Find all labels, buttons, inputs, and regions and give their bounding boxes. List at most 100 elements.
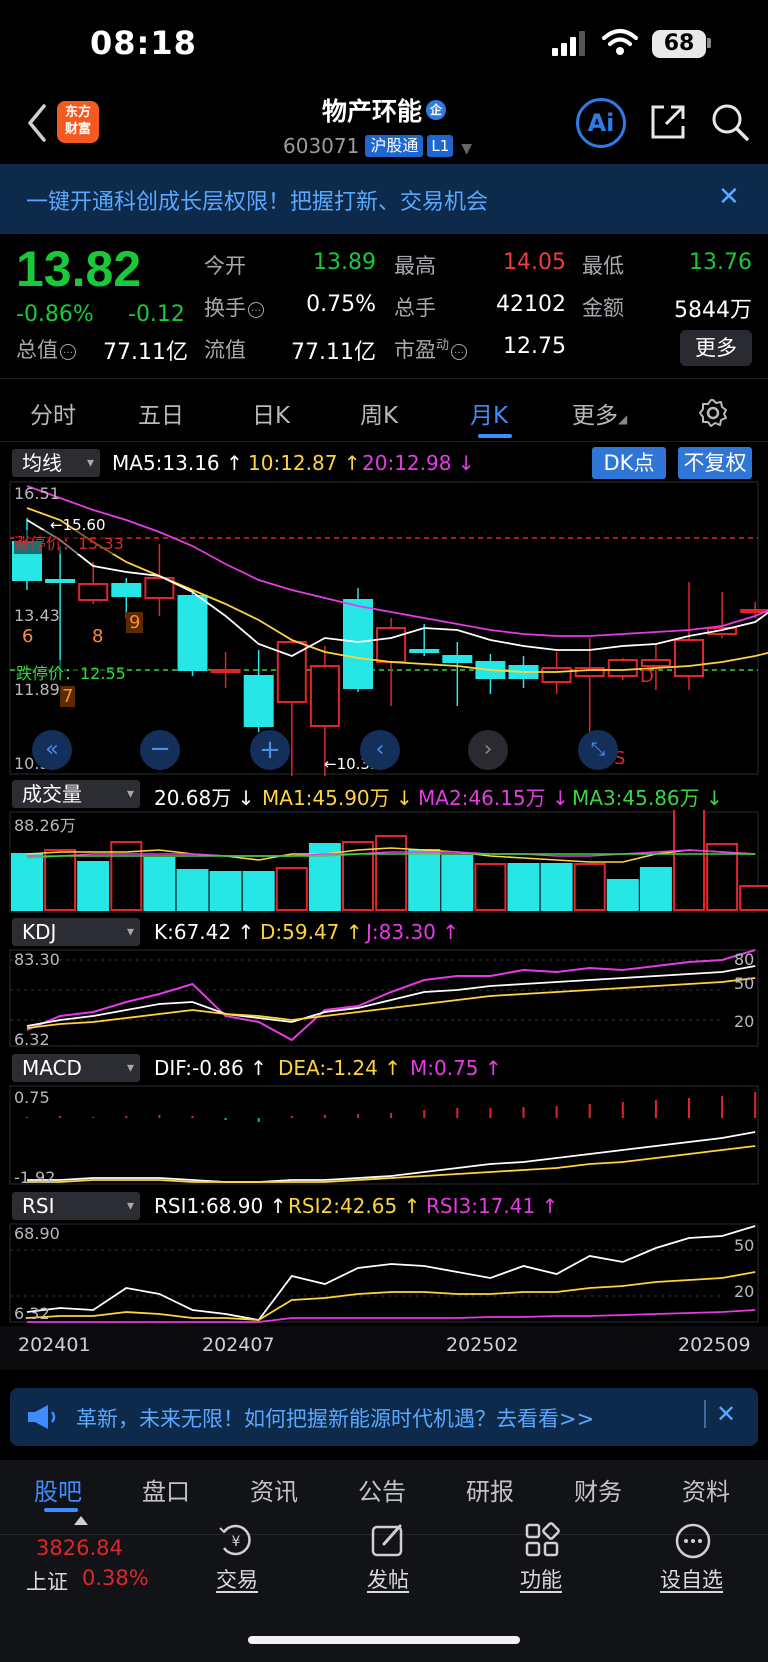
btab-announcement[interactable]: 公告 [358,1472,406,1507]
volume-bar [77,861,110,911]
mktcap-label[interactable]: 总值… [16,334,76,364]
settings-gear-icon[interactable] [698,398,728,428]
macd-indicator-select[interactable]: MACD [12,1054,140,1082]
info-icon[interactable]: … [248,302,264,318]
no-adjust-button[interactable]: 不复权 [678,447,752,479]
macd-chart[interactable] [0,1084,768,1186]
share-icon[interactable] [648,102,688,142]
macd-dea: DEA:-1.24 ↑ [278,1056,401,1080]
high-label: 最高 [394,254,436,278]
nav-functions[interactable]: 功能 [520,1564,562,1594]
post-edit-icon[interactable] [370,1522,406,1558]
volume-bar [275,867,308,911]
btab-guba[interactable]: 股吧 [34,1472,82,1507]
trade-yen-icon[interactable]: ¥ [216,1522,256,1558]
search-icon[interactable] [710,102,750,142]
volume-bar [176,869,209,911]
scroll-right-button[interactable]: › [468,730,508,770]
index-pct[interactable]: 0.38% [82,1566,149,1590]
volume-bar [673,810,705,911]
kdj-j-line [26,949,756,1042]
scroll-left-button[interactable]: ‹ [360,730,400,770]
nav-add-watchlist[interactable]: 设自选 [660,1564,723,1594]
more-quote-button[interactable]: 更多 [680,330,752,366]
change-percent: -0.86% [16,302,94,327]
info-icon[interactable]: … [60,344,76,360]
btab-news[interactable]: 资讯 [250,1472,298,1507]
candle-body [243,675,274,727]
macd-y-bottom: -1.92 [14,1168,56,1187]
turnover-label[interactable]: 换手… [204,292,264,322]
candle-body [309,665,340,727]
plot-frame [9,949,759,1047]
pe-label-text: 市盈 [394,338,436,362]
volume-bar [209,871,242,911]
tab-monthly-k[interactable]: 月K [470,396,508,430]
rsi-ref-50: 50 [734,1236,755,1255]
rsi-chart[interactable] [0,1222,768,1324]
volume-bar [44,849,77,911]
scroll-left-fast-button[interactable]: « [32,730,72,770]
megaphone-icon [28,1405,56,1429]
tag-d: D [640,666,654,687]
tab-timeshare[interactable]: 分时 [30,396,76,430]
zoom-in-button[interactable]: + [250,730,290,770]
index-name[interactable]: 上证 [26,1566,68,1596]
kdj-chart[interactable] [0,948,768,1048]
btab-research[interactable]: 研报 [466,1472,514,1507]
volume-chart[interactable] [0,810,768,914]
news-ticker-text[interactable]: 革新，未来无限！如何把握新能源时代机遇？去看看>> [76,1403,594,1433]
x-label-2: 202407 [202,1334,275,1356]
x-label-3: 202502 [446,1334,519,1356]
tab-daily-k[interactable]: 日K [252,396,290,430]
status-time: 08:18 [90,24,197,62]
kdj-ref-80: 80 [734,950,755,969]
tag-9: 9 [126,612,144,633]
wifi-icon [602,29,638,55]
enterprise-badge: 企 [426,100,446,120]
candle-body [541,667,572,683]
rsi-1: RSI1:68.90 ↑ [154,1194,287,1218]
banner-close-icon[interactable]: ✕ [718,182,740,212]
tag-7: 7 [60,686,76,707]
pe-label[interactable]: 市盈动… [394,334,468,364]
rsi-indicator-select[interactable]: RSI [12,1192,140,1220]
index-value[interactable]: 3826.84 [36,1536,123,1560]
stock-code-row[interactable]: 603071 沪股通 L1 ▼ [283,134,472,158]
zoom-out-button[interactable]: − [140,730,180,770]
volume-bar [143,857,176,911]
nav-trade[interactable]: 交易 [216,1564,258,1594]
dk-point-button[interactable]: DK点 [592,447,666,479]
volume-label: 总手 [394,296,436,320]
candle-body [442,655,473,663]
main-indicator-select[interactable]: 均线 [12,449,100,477]
ma20-value: 20:12.98 ↓ [362,451,475,475]
tab-five-day[interactable]: 五日 [138,396,184,430]
btab-pankou[interactable]: 盘口 [142,1472,190,1507]
functions-grid-icon[interactable] [524,1522,560,1558]
index-up-caret-icon [74,1516,88,1525]
add-watchlist-icon[interactable] [674,1522,712,1560]
amount-value: 5844万 [674,298,752,323]
news-close-icon[interactable]: ✕ [716,1400,736,1428]
kdj-indicator-select[interactable]: KDJ [12,918,140,946]
volume-bar [474,863,507,911]
info-icon[interactable]: … [451,344,468,360]
tab-weekly-k[interactable]: 周K [360,396,398,430]
ai-assistant-button[interactable]: Ai [576,98,626,148]
tab-more[interactable]: 更多◢ [572,396,627,430]
home-indicator[interactable] [248,1636,520,1644]
rsi1-line [26,1225,756,1321]
volume-bar [375,835,408,911]
volume-indicator-select[interactable]: 成交量 [12,780,140,808]
btab-profile[interactable]: 资料 [682,1472,730,1507]
limit-down-label: 跌停价：12.55 [16,660,126,684]
banner-text[interactable]: 一键开通科创成长层权限！把握打新、交易机会 [26,184,488,216]
kdj-ref-50: 50 [734,974,755,993]
rsi-3: RSI3:17.41 ↑ [426,1194,559,1218]
nav-post[interactable]: 发帖 [367,1564,409,1594]
candle-body [674,639,704,677]
fullscreen-button[interactable]: ⤡ [578,730,618,770]
btab-finance[interactable]: 财务 [574,1472,622,1507]
macd-y-top: 0.75 [14,1088,50,1107]
